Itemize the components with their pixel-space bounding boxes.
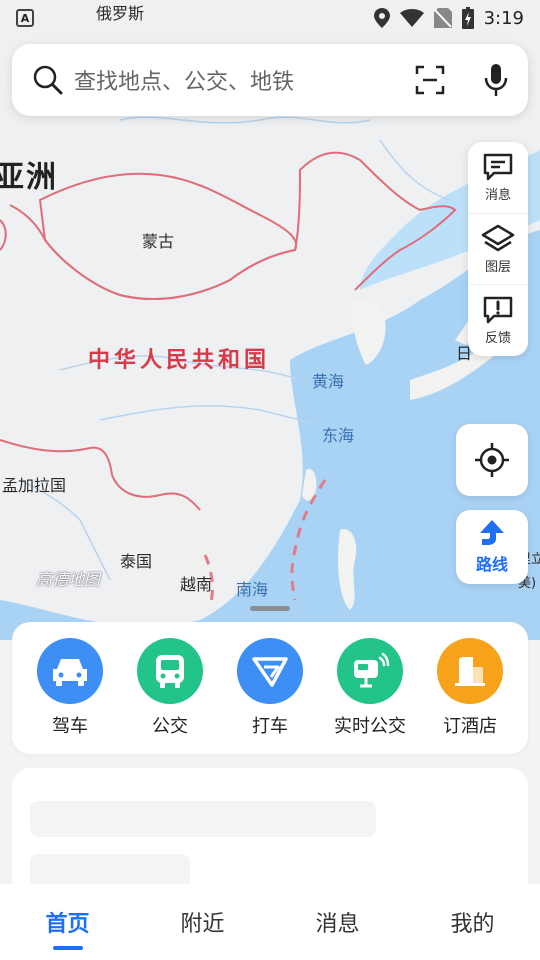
layers-icon <box>481 224 515 251</box>
quick-action-hotel-label: 订酒店 <box>443 716 497 737</box>
quick-action-drive-label: 驾车 <box>52 716 88 737</box>
map-watermark: 高德地图 <box>36 570 101 589</box>
route-arrow-icon <box>480 520 504 545</box>
car-icon <box>37 638 103 704</box>
nav-tab-me-label: 我的 <box>450 912 495 937</box>
battery-charging-icon <box>461 7 474 29</box>
feedback-icon <box>483 296 513 324</box>
bus-icon <box>137 638 203 704</box>
notification-icon: A <box>16 9 34 27</box>
map-label-bangladesh: 孟加拉国 <box>2 476 67 495</box>
route-button[interactable]: 路线 <box>456 510 528 584</box>
hotel-icon <box>437 638 503 704</box>
route-label: 路线 <box>475 555 508 574</box>
status-bar: A 3:19 <box>0 0 540 36</box>
map-label-thailand: 泰国 <box>120 552 153 571</box>
nav-tab-me[interactable]: 我的 <box>405 884 540 960</box>
sheet-drag-handle[interactable] <box>250 606 290 611</box>
tool-feedback-label: 反馈 <box>484 331 511 347</box>
tool-layers-label: 图层 <box>484 259 511 275</box>
nav-tab-messages-label: 消息 <box>315 912 360 937</box>
locate-button[interactable] <box>456 424 528 496</box>
status-time: 3:19 <box>483 7 524 29</box>
no-sim-icon <box>433 8 452 28</box>
quick-action-hotel[interactable]: 订酒店 <box>432 638 508 754</box>
map-label-south-sea: 南海 <box>236 580 269 599</box>
tool-feedback[interactable]: 反馈 <box>468 285 528 356</box>
map-label-asia: 亚洲 <box>0 160 58 195</box>
bottom-nav: 首页 附近 消息 我的 <box>0 884 540 960</box>
quick-action-taxi[interactable]: 打车 <box>232 638 308 754</box>
scan-icon[interactable] <box>414 64 446 96</box>
quick-action-realtime-bus[interactable]: 实时公交 <box>332 638 408 754</box>
nav-tab-nearby[interactable]: 附近 <box>135 884 270 960</box>
map-label-mongolia: 蒙古 <box>142 232 175 251</box>
tool-message-label: 消息 <box>484 187 511 203</box>
map-label-china: 中华人民共和国 <box>88 348 271 373</box>
quick-action-bus[interactable]: 公交 <box>132 638 208 754</box>
nav-tab-nearby-label: 附近 <box>180 912 225 937</box>
quick-action-taxi-label: 打车 <box>252 716 288 737</box>
location-icon <box>373 8 390 28</box>
message-icon <box>483 153 513 181</box>
quick-actions-panel: 驾车 公交 打车 实时公交 订酒店 <box>12 622 528 754</box>
active-tab-indicator <box>52 946 83 950</box>
search-icon <box>32 64 64 96</box>
quick-action-realtime-bus-label: 实时公交 <box>334 716 406 737</box>
tool-layers[interactable]: 图层 <box>468 214 528 286</box>
realtime-bus-icon <box>337 638 403 704</box>
map-tools-panel: 消息 图层 反馈 <box>468 142 528 356</box>
search-bar[interactable]: 查找地点、公交、地铁 <box>12 44 528 116</box>
quick-action-drive[interactable]: 驾车 <box>32 638 108 754</box>
tool-message[interactable]: 消息 <box>468 142 528 214</box>
locate-icon <box>475 443 509 477</box>
map-label-vietnam: 越南 <box>180 575 213 594</box>
skeleton-line <box>30 801 376 837</box>
nav-tab-messages[interactable]: 消息 <box>270 884 405 960</box>
search-input[interactable]: 查找地点、公交、地铁 <box>74 64 414 96</box>
wifi-icon <box>399 9 424 27</box>
nav-tab-home[interactable]: 首页 <box>0 884 135 960</box>
map-label-yellow-sea: 黄海 <box>312 372 345 391</box>
map-label-east-sea: 东海 <box>322 426 355 445</box>
quick-action-bus-label: 公交 <box>152 716 188 737</box>
microphone-icon[interactable] <box>480 64 512 96</box>
taxi-icon <box>237 638 303 704</box>
nav-tab-home-label: 首页 <box>45 912 90 937</box>
